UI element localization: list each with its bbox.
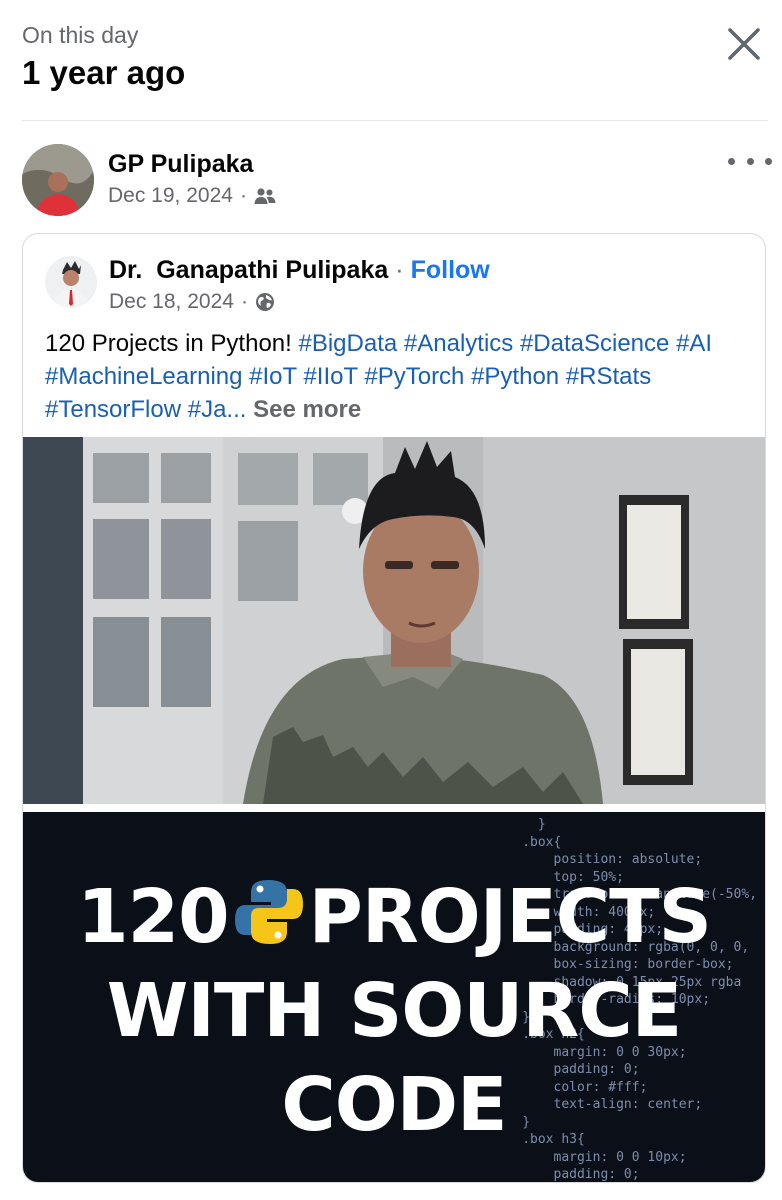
shared-author[interactable]: Dr. Ganapathi Pulipaka <box>109 256 388 285</box>
hashtag[interactable]: #Analytics <box>404 330 513 357</box>
post-photo[interactable] <box>23 437 765 804</box>
shared-avatar[interactable] <box>45 256 97 308</box>
banner-number: 120 <box>77 874 229 960</box>
hashtag[interactable]: #DataScience <box>520 330 669 357</box>
see-more-link[interactable]: See more <box>253 396 361 423</box>
hashtag[interactable]: #IIoT <box>303 363 357 390</box>
follow-separator: · <box>395 256 404 284</box>
banner-title: 120 PROJECTS WITH SOURCE CODE <box>23 870 765 1152</box>
banner-line-3: CODE <box>281 1062 507 1148</box>
hashtag[interactable]: #IoT <box>249 363 297 390</box>
shared-meta-separator: · <box>240 290 248 313</box>
friends-icon <box>254 188 276 204</box>
truncated-hashtag[interactable]: #Ja... <box>188 396 247 423</box>
shared-post-text: 120 Projects in Python! #BigData #Analyt… <box>45 327 745 426</box>
banner-line-2: WITH SOURCE <box>106 968 682 1054</box>
more-options-icon <box>728 157 772 165</box>
memory-subtitle: On this day <box>22 22 139 48</box>
hashtag[interactable]: #Python <box>471 363 559 390</box>
hashtag[interactable]: #PyTorch <box>364 363 464 390</box>
globe-icon <box>255 293 274 311</box>
python-logo-icon <box>233 876 305 948</box>
hashtag[interactable]: #AI <box>676 330 712 357</box>
meta-separator: · <box>239 184 247 207</box>
hashtag[interactable]: #TensorFlow <box>45 396 181 423</box>
more-options-button[interactable] <box>728 148 772 174</box>
shared-author-row: Dr. Ganapathi Pulipaka · Follow <box>109 256 490 285</box>
post-text-intro: 120 Projects in Python! <box>45 330 299 357</box>
hashtag[interactable]: #RStats <box>566 363 651 390</box>
avatar[interactable] <box>22 144 94 216</box>
header-divider <box>22 120 768 121</box>
shared-post-card[interactable]: Dr. Ganapathi Pulipaka · Follow Dec 18, … <box>22 233 766 1183</box>
hashtag[interactable]: #BigData <box>298 330 397 357</box>
post-author[interactable]: GP Pulipaka <box>108 150 253 179</box>
banner-line-1: 120 PROJECTS <box>23 870 765 964</box>
banner-projects: PROJECTS <box>308 874 712 960</box>
post-meta: Dec 19, 2024 · <box>108 184 276 208</box>
close-button[interactable] <box>722 22 766 66</box>
close-icon <box>728 28 760 60</box>
follow-button[interactable]: Follow <box>411 256 490 285</box>
post-banner-image[interactable]: } .box{ position: absolute; top: 50%; tr… <box>23 812 765 1182</box>
post-date[interactable]: Dec 19, 2024 <box>108 184 233 208</box>
hashtag[interactable]: #MachineLearning <box>45 363 242 390</box>
memory-title: 1 year ago <box>22 54 186 91</box>
shared-meta: Dec 18, 2024 · <box>109 290 275 314</box>
shared-date[interactable]: Dec 18, 2024 <box>109 290 234 314</box>
